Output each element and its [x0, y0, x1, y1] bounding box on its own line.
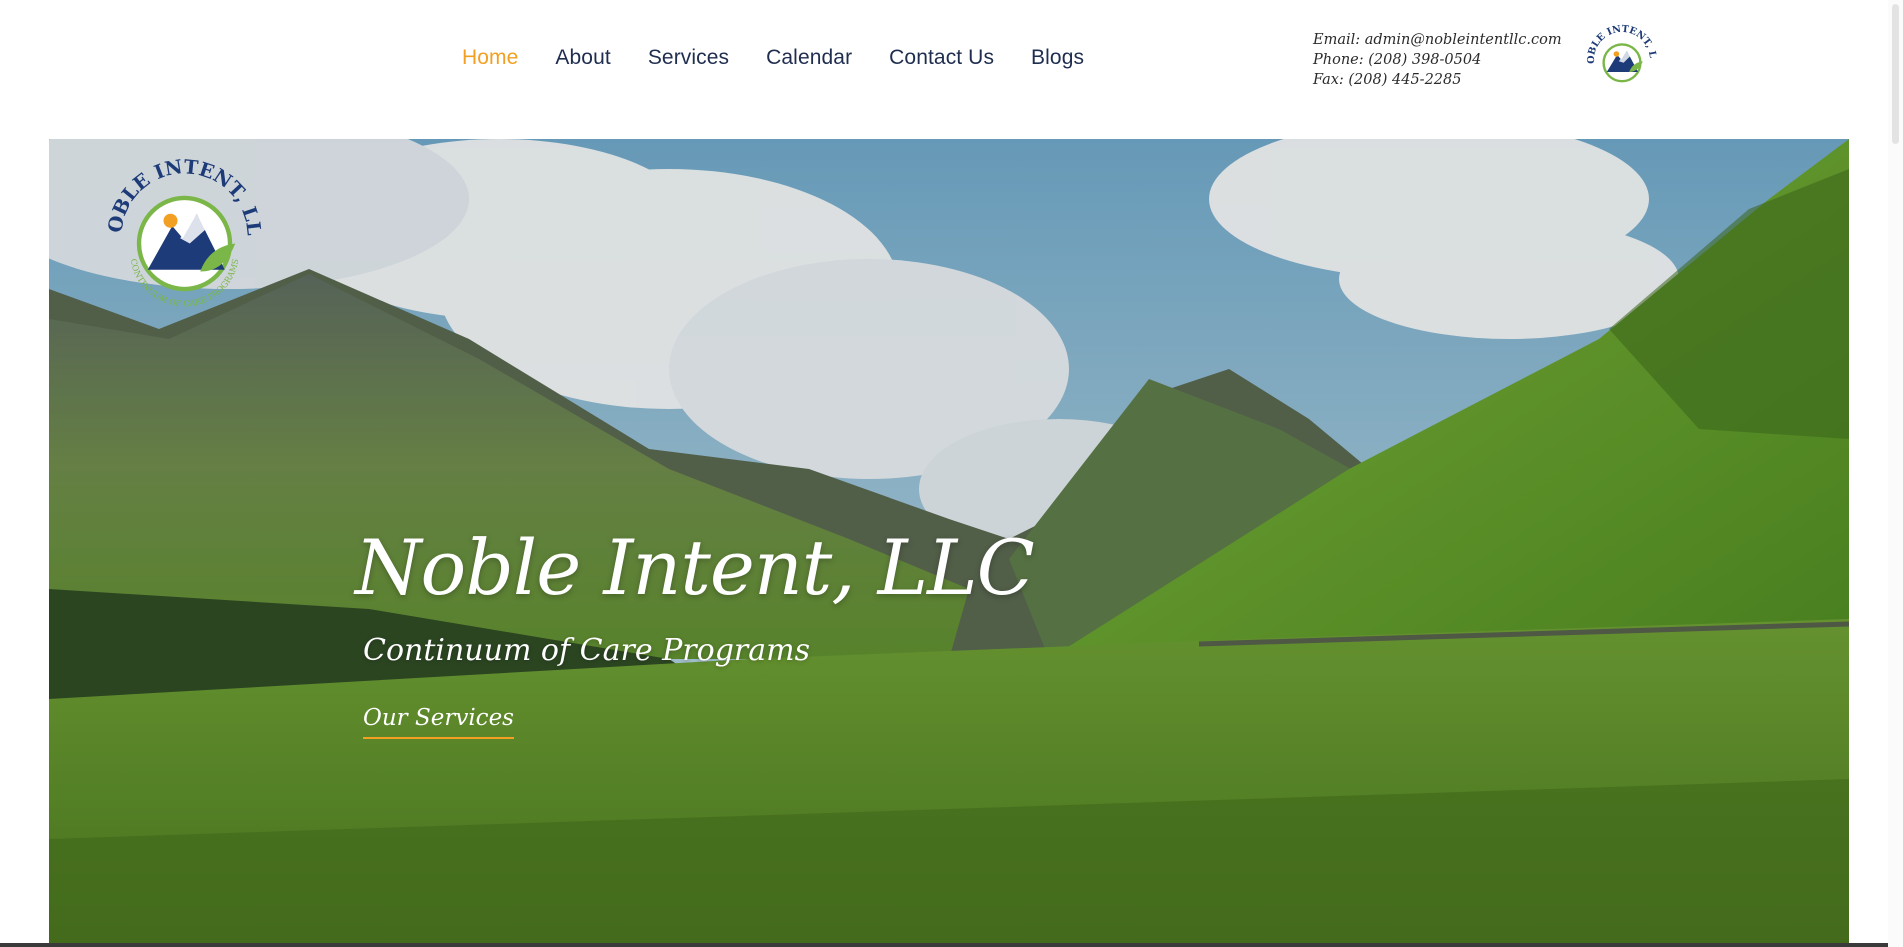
hero-subtitle: Continuum of Care Programs [363, 633, 810, 668]
contact-fax: Fax: (208) 445-2285 [1313, 72, 1462, 88]
hero-title: Noble Intent, LLC [355, 523, 1035, 612]
contact-info: Email: admin@nobleintentllc.com Phone: (… [1313, 30, 1562, 90]
site-header: Home About Services Calendar Contact Us … [0, 0, 1903, 139]
nav-contact-us[interactable]: Contact Us [889, 46, 994, 70]
window-bottom-edge [0, 943, 1888, 947]
hero-banner: NOBLE INTENT, LLC CONTINUUM OF CARE PROG… [49, 139, 1849, 947]
nav-about[interactable]: About [555, 46, 610, 70]
our-services-link[interactable]: Our Services [363, 705, 514, 739]
scrollbar-thumb[interactable] [1892, 4, 1899, 144]
nav-home[interactable]: Home [462, 46, 518, 70]
main-nav: Home About Services Calendar Contact Us … [462, 46, 1121, 70]
page-scrollbar[interactable] [1888, 0, 1903, 947]
contact-phone: Phone: (208) 398-0504 [1313, 52, 1482, 68]
nav-calendar[interactable]: Calendar [766, 46, 852, 70]
logo-small[interactable]: NOBLE INTENT, LLC [1578, 18, 1666, 98]
nav-blogs[interactable]: Blogs [1031, 46, 1084, 70]
logo-large: NOBLE INTENT, LLC CONTINUUM OF CARE PROG… [97, 149, 266, 309]
contact-email[interactable]: Email: admin@nobleintentllc.com [1313, 30, 1562, 50]
nav-services[interactable]: Services [648, 46, 729, 70]
